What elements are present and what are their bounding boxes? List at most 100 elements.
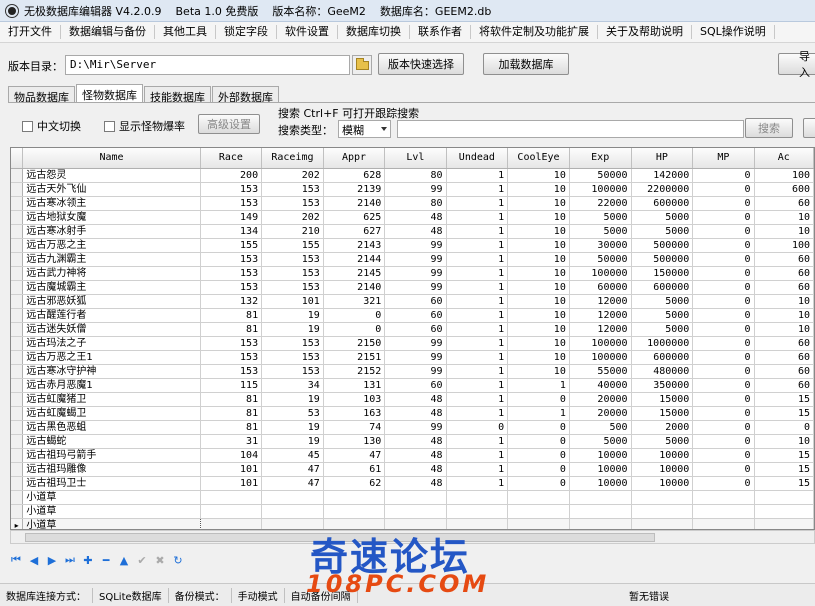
row-indicator[interactable]	[11, 196, 24, 211]
col-header-undead[interactable]: Undead	[446, 148, 509, 169]
cell-hp[interactable]: 500000	[631, 252, 694, 267]
col-header-raceimg[interactable]: Raceimg	[261, 148, 324, 169]
cell-exp[interactable]	[569, 504, 632, 519]
cell-hp[interactable]: 600000	[631, 196, 694, 211]
cell-race[interactable]: 200	[200, 168, 263, 183]
cell-appr[interactable]: 47	[323, 448, 386, 463]
table-row[interactable]: 远古武力神将 153 153 2145 99 1 10 100000 150000 0 60	[11, 266, 814, 281]
insert-record-button[interactable]: ✚	[80, 552, 96, 568]
cell-ac[interactable]: 100	[754, 238, 814, 253]
cell-appr[interactable]: 2152	[323, 364, 386, 379]
cell-race[interactable]: 153	[200, 364, 263, 379]
row-indicator[interactable]	[11, 364, 24, 379]
menu-about-help[interactable]: 关于及帮助说明	[598, 25, 692, 39]
cell-raceimg[interactable]: 19	[261, 434, 324, 449]
cell-race[interactable]: 31	[200, 434, 263, 449]
cell-hp[interactable]: 2000	[631, 420, 694, 435]
cell-cooleye[interactable]	[507, 504, 570, 519]
menu-db-switch[interactable]: 数据库切换	[338, 25, 410, 39]
cell-hp[interactable]: 2200000	[631, 182, 694, 197]
table-row[interactable]: 小道草	[11, 490, 814, 505]
cell-ac[interactable]: 10	[754, 308, 814, 323]
cell-mp[interactable]: 0	[692, 168, 755, 183]
cell-exp[interactable]: 100000	[569, 266, 632, 281]
cell-ac[interactable]: 60	[754, 350, 814, 365]
cell-mp[interactable]: 0	[692, 196, 755, 211]
cell-cooleye[interactable]: 10	[507, 308, 570, 323]
load-db-button[interactable]: 加载数据库	[483, 53, 569, 75]
cell-race[interactable]: 81	[200, 392, 263, 407]
table-row[interactable]: 远古寒冰领主 153 153 2140 80 1 10 22000 600000 0 60	[11, 196, 814, 211]
cell-race[interactable]: 101	[200, 476, 263, 491]
cell-cooleye[interactable]: 10	[507, 322, 570, 337]
cell-appr[interactable]: 103	[323, 392, 386, 407]
cell-appr[interactable]	[323, 504, 386, 519]
search-type-select[interactable]: 模糊	[338, 120, 391, 138]
cell-undead[interactable]: 1	[446, 210, 509, 225]
cell-mp[interactable]: 0	[692, 294, 755, 309]
cell-undead[interactable]: 1	[446, 448, 509, 463]
cell-raceimg[interactable]: 153	[261, 182, 324, 197]
cell-name[interactable]: 小道草	[22, 517, 201, 529]
cell-cooleye[interactable]: 10	[507, 266, 570, 281]
cell-appr[interactable]: 2140	[323, 196, 386, 211]
cell-appr[interactable]: 2151	[323, 350, 386, 365]
cell-exp[interactable]: 12000	[569, 322, 632, 337]
cell-exp[interactable]: 10000	[569, 462, 632, 477]
row-indicator[interactable]	[11, 238, 24, 253]
cell-lvl[interactable]: 60	[384, 378, 447, 393]
cell-mp[interactable]	[692, 504, 755, 519]
cell-appr[interactable]: 2140	[323, 280, 386, 295]
row-indicator[interactable]	[11, 336, 24, 351]
table-row[interactable]: 远古天外飞仙 153 153 2139 99 1 10 100000 2200000 0 600	[11, 182, 814, 197]
cell-hp[interactable]	[631, 518, 694, 529]
cell-lvl[interactable]: 48	[384, 448, 447, 463]
table-row[interactable]: 远古祖玛雕像 101 47 61 48 1 0 10000 10000 0 15	[11, 462, 814, 477]
cell-lvl[interactable]: 99	[384, 266, 447, 281]
cell-undead[interactable]: 0	[446, 420, 509, 435]
cell-ac[interactable]: 15	[754, 392, 814, 407]
row-indicator[interactable]	[11, 252, 24, 267]
chinese-switch-checkbox[interactable]: 中文切换	[22, 118, 81, 134]
cell-appr[interactable]: 74	[323, 420, 386, 435]
cell-race[interactable]: 155	[200, 238, 263, 253]
cell-undead[interactable]: 1	[446, 476, 509, 491]
cell-appr[interactable]: 2144	[323, 252, 386, 267]
cell-raceimg[interactable]: 210	[261, 224, 324, 239]
table-row[interactable]: 远古魔城霸主 153 153 2140 99 1 10 60000 600000 0 60	[11, 280, 814, 295]
cell-raceimg[interactable]: 53	[261, 406, 324, 421]
cell-hp[interactable]: 150000	[631, 266, 694, 281]
cell-race[interactable]: 153	[200, 336, 263, 351]
tab-items[interactable]: 物品数据库	[8, 86, 75, 104]
cell-name[interactable]: 远古祖玛卫士	[22, 476, 201, 491]
cell-hp[interactable]: 10000	[631, 448, 694, 463]
cell-name[interactable]: 远古地狱女魔	[22, 210, 201, 225]
cell-exp[interactable]: 5000	[569, 224, 632, 239]
cell-cooleye[interactable]: 0	[507, 476, 570, 491]
row-indicator[interactable]	[11, 406, 24, 421]
row-indicator[interactable]	[11, 350, 24, 365]
cell-exp[interactable]: 5000	[569, 434, 632, 449]
cell-lvl[interactable]: 80	[384, 168, 447, 183]
current-row-indicator[interactable]: ▸	[11, 518, 24, 529]
cell-undead[interactable]: 1	[446, 224, 509, 239]
menu-software-settings[interactable]: 软件设置	[277, 25, 338, 39]
cell-hp[interactable]: 600000	[631, 280, 694, 295]
cell-mp[interactable]: 0	[692, 266, 755, 281]
cell-lvl[interactable]	[384, 504, 447, 519]
cell-hp[interactable]: 5000	[631, 308, 694, 323]
cell-ac[interactable]	[754, 518, 814, 529]
cell-lvl[interactable]: 48	[384, 406, 447, 421]
cell-name[interactable]: 远古寒冰领主	[22, 196, 201, 211]
table-row[interactable]: 远古九渊霸主 153 153 2144 99 1 10 50000 500000 0 60	[11, 252, 814, 267]
cell-lvl[interactable]: 99	[384, 364, 447, 379]
cell-name[interactable]: 远古九渊霸主	[22, 252, 201, 267]
cell-race[interactable]: 132	[200, 294, 263, 309]
col-header-name[interactable]: Name	[22, 148, 201, 169]
cell-exp[interactable]: 20000	[569, 406, 632, 421]
post-record-button[interactable]: ✔	[134, 552, 150, 568]
cell-lvl[interactable]: 99	[384, 182, 447, 197]
menu-customization[interactable]: 将软件定制及功能扩展	[471, 25, 598, 39]
cell-exp[interactable]: 20000	[569, 392, 632, 407]
cell-ac[interactable]: 15	[754, 448, 814, 463]
